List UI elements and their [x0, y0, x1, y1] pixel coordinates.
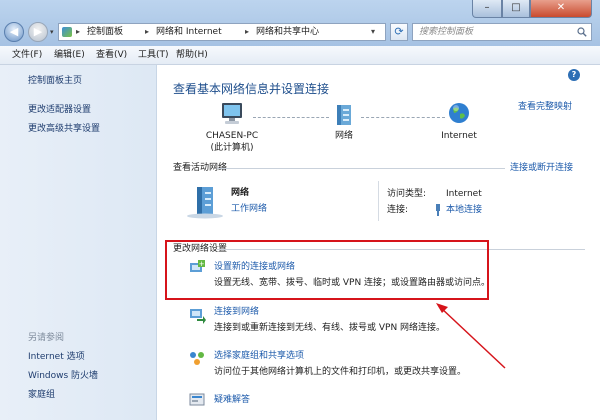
breadcrumb-network-sharing-center[interactable]: 网络和共享中心	[256, 26, 319, 38]
network-icon[interactable]	[333, 103, 355, 127]
connect-disconnect-link[interactable]: 连接或断开连接	[510, 162, 573, 174]
see-also-heading: 另请参阅	[28, 333, 65, 343]
network-type-link[interactable]: 工作网络	[231, 203, 267, 215]
maximize-button[interactable]: □	[502, 0, 530, 18]
sidebar-link-homegroup[interactable]: 家庭组	[28, 389, 55, 401]
internet-node-label: Internet	[441, 131, 477, 141]
window-titlebar: – □ ✕ ◀ ▶ ▾ ▸ 控制面板 ▸ 网络和 Internet ▸ 网络和共…	[0, 0, 600, 46]
forward-icon: ▶	[33, 25, 43, 38]
view-full-map-link[interactable]: 查看完整映射	[518, 101, 572, 113]
address-dropdown-icon[interactable]: ▾	[371, 26, 375, 38]
local-connection-link[interactable]: 本地连接	[446, 204, 482, 216]
sidebar-link-internet-options[interactable]: Internet 选项	[28, 351, 85, 363]
page-title: 查看基本网络信息并设置连接	[173, 82, 330, 96]
sidebar-link-change-adapter-settings[interactable]: 更改适配器设置	[28, 104, 91, 116]
help-icon[interactable]: ?	[568, 69, 580, 81]
task-troubleshoot[interactable]: 疑难解答	[214, 394, 250, 406]
sidebar-link-advanced-sharing[interactable]: 更改高级共享设置	[28, 123, 100, 135]
computer-name-label: CHASEN-PC	[205, 131, 259, 141]
window-controls: – □ ✕	[470, 0, 600, 20]
search-placeholder: 搜索控制面板	[419, 27, 474, 37]
connection-line	[361, 117, 445, 119]
menu-bar: 文件(F) 编辑(E) 查看(V) 工具(T) 帮助(H)	[0, 46, 600, 65]
task-connect-to-network[interactable]: 连接到网络	[214, 306, 259, 318]
sidebar-link-control-panel-home[interactable]: 控制面板主页	[28, 75, 82, 87]
menu-help[interactable]: 帮助(H)	[176, 49, 208, 61]
access-type-value: Internet	[446, 189, 482, 199]
connect-network-icon	[190, 309, 206, 324]
minimize-button[interactable]: –	[472, 0, 502, 18]
computer-sublabel: (此计算机)	[210, 143, 254, 153]
address-bar[interactable]: ▸ 控制面板 ▸ 网络和 Internet ▸ 网络和共享中心 ▾	[58, 23, 386, 41]
network-building-icon	[187, 187, 223, 219]
globe-icon[interactable]	[447, 101, 471, 125]
breadcrumb-network-internet[interactable]: 网络和 Internet	[156, 26, 222, 38]
menu-file[interactable]: 文件(F)	[12, 49, 42, 61]
forward-button[interactable]: ▶	[28, 22, 48, 42]
breadcrumb-separator-icon[interactable]: ▸	[76, 26, 80, 38]
menu-edit[interactable]: 编辑(E)	[54, 49, 85, 61]
connection-line	[253, 117, 329, 119]
troubleshoot-icon	[189, 393, 205, 406]
task-desc: 连接到或重新连接到无线、有线、拨号或 VPN 网络连接。	[214, 323, 446, 333]
sidebar-link-windows-firewall[interactable]: Windows 防火墙	[28, 370, 98, 382]
search-icon[interactable]	[577, 27, 587, 37]
breadcrumb-separator-icon[interactable]: ▸	[245, 26, 249, 38]
close-button[interactable]: ✕	[530, 0, 592, 18]
highlight-box	[165, 240, 489, 300]
menu-view[interactable]: 查看(V)	[96, 49, 127, 61]
vertical-divider	[378, 181, 379, 221]
refresh-icon: ⟳	[394, 25, 404, 38]
ethernet-icon	[436, 204, 440, 216]
breadcrumb-separator-icon[interactable]: ▸	[145, 26, 149, 38]
task-homegroup-sharing[interactable]: 选择家庭组和共享选项	[214, 350, 304, 362]
task-desc: 访问位于其他网络计算机上的文件和打印机，或更改共享设置。	[214, 367, 467, 377]
control-panel-icon	[62, 27, 72, 37]
back-button[interactable]: ◀	[4, 22, 24, 42]
recent-pages-chevron-icon[interactable]: ▾	[50, 29, 56, 36]
sidebar: 控制面板主页 更改适配器设置 更改高级共享设置 另请参阅 Internet 选项…	[0, 65, 157, 420]
network-node-label: 网络	[334, 131, 353, 141]
refresh-button[interactable]: ⟳	[390, 23, 408, 41]
active-network-name: 网络	[231, 188, 250, 198]
access-type-label: 访问类型:	[387, 189, 427, 199]
back-icon: ◀	[9, 25, 19, 38]
homegroup-icon	[190, 352, 204, 365]
menu-tools[interactable]: 工具(T)	[138, 49, 169, 61]
section-divider	[217, 168, 505, 169]
breadcrumb-control-panel[interactable]: 控制面板	[87, 26, 123, 38]
search-box[interactable]: 搜索控制面板	[412, 23, 592, 41]
connections-label: 连接:	[387, 205, 409, 215]
computer-icon[interactable]	[219, 101, 245, 127]
